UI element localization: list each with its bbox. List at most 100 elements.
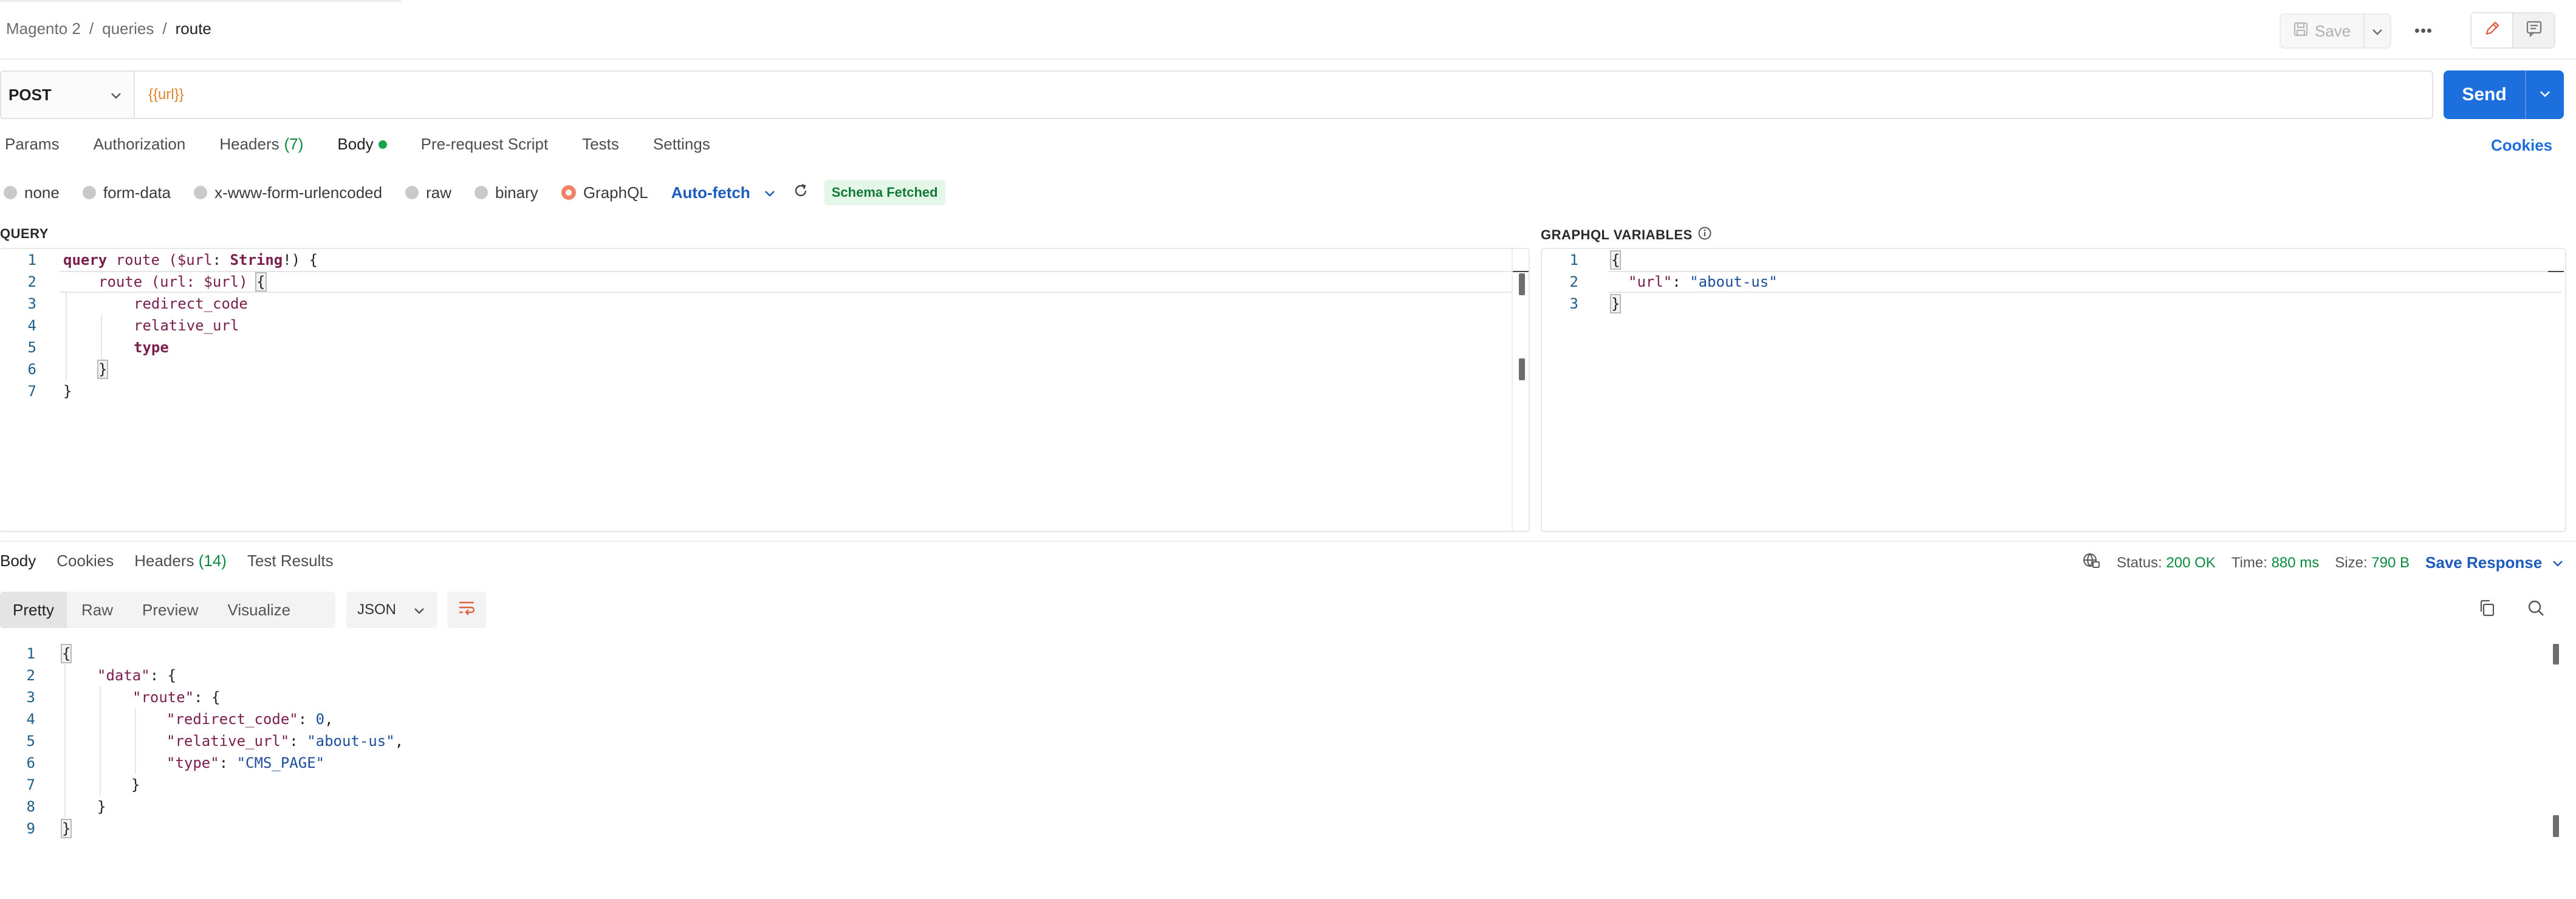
code-token: relative_url: [134, 317, 239, 334]
code-token: }: [131, 776, 140, 793]
save-label: Save: [2315, 21, 2351, 40]
save-response-button[interactable]: Save Response: [2425, 553, 2564, 572]
tab-response-cookies[interactable]: Cookies: [57, 552, 114, 570]
code-token: 0: [315, 711, 325, 728]
body-mode-radio-group: none form-data x-www-form-urlencoded raw…: [4, 180, 945, 205]
refresh-icon: [793, 183, 809, 203]
comment-icon: [2525, 19, 2543, 42]
code-token: : {: [149, 667, 177, 684]
code-token: :: [289, 733, 307, 750]
tab-authorization[interactable]: Authorization: [94, 135, 186, 154]
autofetch-label: Auto-fetch: [671, 183, 750, 202]
mode-label: binary: [495, 183, 538, 202]
search-icon: [2526, 598, 2546, 622]
tab-pre-request-script[interactable]: Pre-request Script: [421, 135, 549, 154]
method-select[interactable]: POST: [0, 70, 134, 119]
code-token: :: [1672, 273, 1690, 290]
tab-response-body[interactable]: Body: [0, 552, 36, 570]
view-pretty[interactable]: Pretty: [0, 592, 67, 628]
tab-label: Tests: [582, 135, 619, 153]
status-value: 200 OK: [2166, 554, 2216, 571]
breadcrumb-folder[interactable]: queries: [102, 19, 154, 38]
code-token: String: [230, 251, 283, 268]
line-number: 1: [1569, 251, 1578, 268]
send-options-button[interactable]: [2526, 70, 2564, 119]
line-number: 5: [26, 733, 35, 750]
tab-params[interactable]: Params: [5, 135, 60, 154]
tab-label: Cookies: [57, 552, 114, 570]
line-number: 4: [26, 711, 35, 728]
network-globe-icon[interactable]: [2081, 552, 2101, 574]
tab-tests[interactable]: Tests: [582, 135, 619, 154]
query-editor[interactable]: 1 query route ($url: String!) { 2 route …: [0, 248, 1530, 532]
comments-mode-button[interactable]: [2513, 13, 2554, 47]
save-button-group: Save: [2280, 13, 2391, 49]
cookies-link[interactable]: Cookies: [2491, 136, 2552, 155]
line-number: 2: [1569, 273, 1578, 290]
send-button[interactable]: Send: [2444, 70, 2526, 119]
save-response-label: Save Response: [2425, 553, 2543, 572]
indent-guide: [135, 708, 136, 774]
wrap-lines-button[interactable]: [447, 592, 486, 628]
response-size[interactable]: Size: 790 B: [2335, 555, 2410, 572]
query-scrollbar-thumb[interactable]: [1519, 273, 1525, 295]
body-mode-graphql[interactable]: GraphQL: [561, 183, 648, 202]
body-mode-raw[interactable]: raw: [405, 183, 451, 202]
line-number: 3: [1569, 295, 1578, 312]
line-number: 1: [27, 251, 36, 268]
line-number: 3: [26, 689, 35, 706]
chevron-down-icon: [2552, 553, 2564, 572]
tab-label: Params: [5, 135, 60, 153]
save-options-button[interactable]: [2365, 22, 2390, 41]
time-label: Time:: [2231, 554, 2267, 571]
info-icon[interactable]: [1697, 226, 1712, 244]
body-mode-form-data[interactable]: form-data: [82, 183, 171, 202]
schema-fetched-badge: Schema Fetched: [824, 180, 945, 205]
body-mode-urlencoded[interactable]: x-www-form-urlencoded: [194, 183, 382, 202]
view-preview[interactable]: Preview: [128, 592, 213, 628]
url-input[interactable]: {{url}}: [134, 70, 2433, 119]
headers-count: (7): [284, 135, 304, 153]
size-label: Size:: [2335, 554, 2368, 571]
response-scrollbar-thumb[interactable]: [2553, 644, 2559, 665]
response-time[interactable]: Time: 880 ms: [2232, 555, 2319, 572]
view-visualize[interactable]: Visualize: [213, 592, 306, 628]
pane-divider[interactable]: [0, 541, 2576, 542]
tab-headers[interactable]: Headers (7): [219, 135, 303, 154]
code-token: $url: [177, 251, 213, 268]
view-raw[interactable]: Raw: [67, 592, 128, 628]
copy-response-button[interactable]: [2475, 598, 2499, 622]
scroll-cursor-mark: [2548, 271, 2564, 272]
tab-response-headers[interactable]: Headers (14): [134, 552, 227, 570]
search-response-button[interactable]: [2524, 598, 2548, 622]
variables-editor[interactable]: 1 { 2 "url": "about-us" 3 }: [1541, 248, 2566, 532]
autofetch-dropdown[interactable]: Auto-fetch: [671, 183, 776, 202]
body-active-dot-icon: [378, 140, 387, 149]
response-format-select[interactable]: JSON: [346, 592, 437, 628]
more-actions-button[interactable]: •••: [2410, 17, 2437, 44]
breadcrumb-collection[interactable]: Magento 2: [6, 19, 81, 38]
tab-test-results[interactable]: Test Results: [247, 552, 334, 570]
body-mode-none[interactable]: none: [4, 183, 60, 202]
code-token: :: [219, 754, 237, 771]
breadcrumb-request[interactable]: route: [176, 19, 211, 38]
send-button-group: Send: [2444, 70, 2564, 119]
query-section-label: QUERY: [0, 226, 49, 242]
chevron-down-icon: [413, 604, 425, 621]
code-token: !) {: [283, 251, 318, 268]
body-mode-binary[interactable]: binary: [474, 183, 538, 202]
chevron-down-icon: [2371, 22, 2383, 41]
tab-body[interactable]: Body: [337, 135, 387, 154]
headers-count: (14): [198, 552, 227, 570]
chevron-down-icon: [2538, 86, 2552, 104]
tab-settings[interactable]: Settings: [653, 135, 710, 154]
response-body-viewer[interactable]: 1 { 2 "data": { 3 "route": { 4 "redirect…: [0, 643, 2575, 898]
edit-mode-button[interactable]: [2472, 13, 2513, 47]
save-button[interactable]: Save: [2281, 15, 2365, 47]
status-code[interactable]: Status: 200 OK: [2117, 555, 2216, 572]
refresh-schema-button[interactable]: [793, 183, 809, 203]
request-tabs: Params Authorization Headers (7) Body Pre…: [5, 135, 744, 154]
line-number: 6: [27, 361, 36, 378]
line-number: 8: [26, 798, 35, 815]
request-header: Magento 2 / queries / route Save •••: [0, 0, 2576, 60]
